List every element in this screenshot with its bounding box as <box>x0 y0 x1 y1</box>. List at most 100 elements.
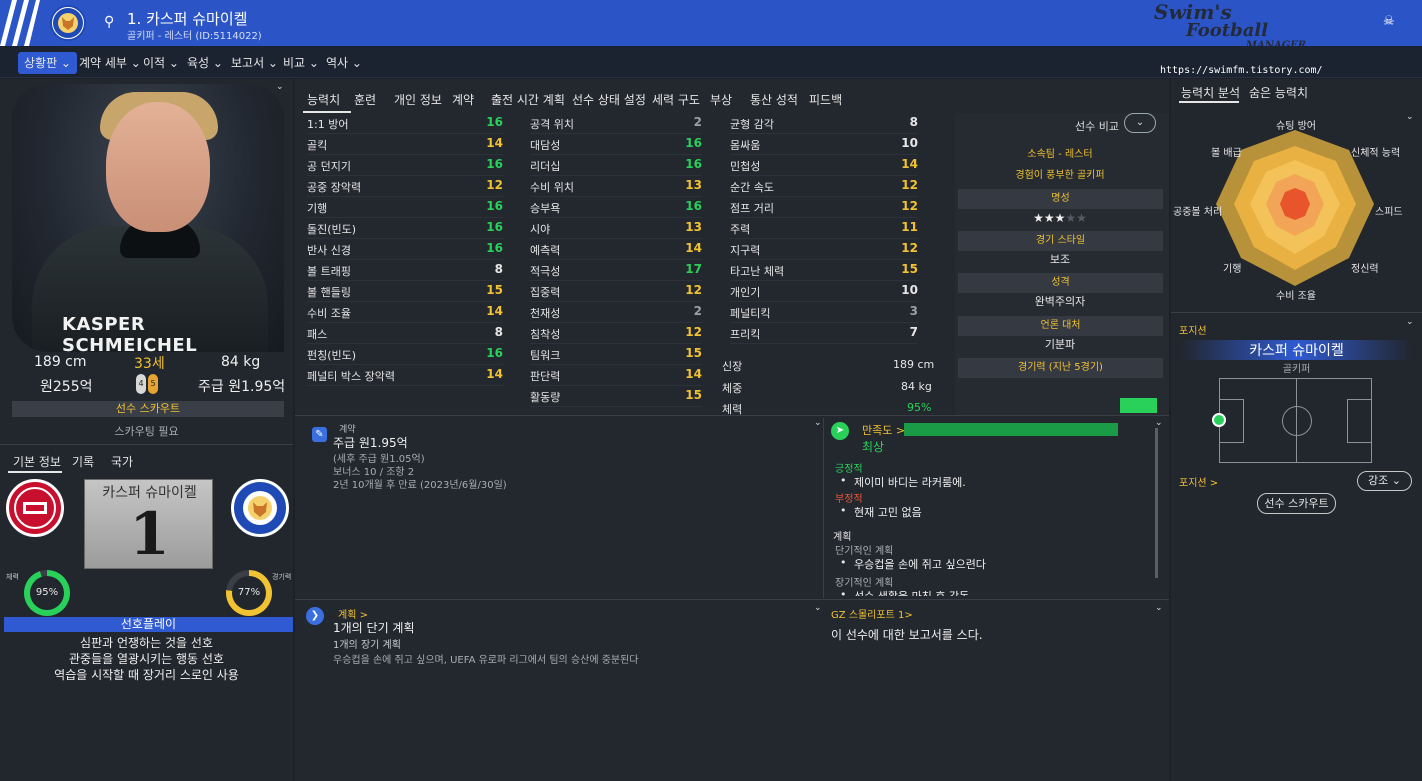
scout-bar[interactable]: 선수 스카우트 <box>12 401 284 417</box>
report-heading[interactable]: GZ 스몰리포트 1> <box>831 606 913 621</box>
attribute-row[interactable]: 예측력 14 <box>530 239 702 260</box>
attribute-row[interactable]: 집중력 12 <box>530 281 702 302</box>
tab-records[interactable]: 기록 <box>72 453 94 470</box>
attribute-row[interactable]: 활동량 15 <box>530 386 702 407</box>
nav-transfer[interactable]: 이적 ⌄ <box>137 52 185 74</box>
fitness-ring-value: 95% <box>30 576 64 610</box>
attribute-row[interactable]: 지구력 12 <box>730 239 918 260</box>
attribute-row[interactable]: 기행 16 <box>307 197 503 218</box>
search-icon[interactable]: ⚲ <box>104 14 114 30</box>
attribute-value: 16 <box>486 199 503 213</box>
attribute-value: 12 <box>486 178 503 192</box>
attribute-value: 14 <box>685 241 702 255</box>
reputation-head: 명성 <box>958 189 1163 209</box>
match-ring-label: 경기력 <box>272 573 292 581</box>
nav-overview[interactable]: 상황판 ⌄ <box>18 52 77 74</box>
attribute-row[interactable]: 승부욕 16 <box>530 197 702 218</box>
skull-icon[interactable]: ☠ <box>1383 14 1395 29</box>
attribute-row[interactable]: 공중 장악력 12 <box>307 176 503 197</box>
chevron-down-icon[interactable]: ⌄ <box>1155 418 1163 428</box>
attribute-row[interactable]: 프리킥 7 <box>730 323 918 344</box>
attribute-row[interactable]: 대담성 16 <box>530 134 702 155</box>
nav-reports[interactable]: 보고서 ⌄ <box>225 52 284 74</box>
attribute-value: 16 <box>486 115 503 129</box>
attribute-row[interactable]: 팀워크 15 <box>530 344 702 365</box>
attribute-row[interactable]: 시야 13 <box>530 218 702 239</box>
chevron-down-icon[interactable]: ⌄ <box>814 418 822 428</box>
attribute-row[interactable]: 민첩성 14 <box>730 155 918 176</box>
edit-contract-icon[interactable]: ✎ <box>312 427 327 442</box>
attribute-row[interactable]: 반사 신경 16 <box>307 239 503 260</box>
tab-personal[interactable]: 개인 정보 <box>394 91 442 108</box>
tab-attributes[interactable]: 능력치 <box>307 91 340 108</box>
attribute-row[interactable]: 적극성 17 <box>530 260 702 281</box>
tab-basic-info[interactable]: 기본 정보 <box>13 453 61 470</box>
nav-development[interactable]: 육성 ⌄ <box>181 52 229 74</box>
chevron-down-icon[interactable]: ⌄ <box>814 603 822 613</box>
attribute-row[interactable]: 침착성 12 <box>530 323 702 344</box>
attribute-row[interactable]: 수비 위치 13 <box>530 176 702 197</box>
attribute-row[interactable]: 천재성 2 <box>530 302 702 323</box>
attribute-value: 15 <box>685 388 702 402</box>
attribute-value: 14 <box>486 367 503 381</box>
tab-dynamics[interactable]: 세력 구도 <box>652 91 700 108</box>
attribute-label: 대담성 <box>530 139 561 152</box>
attribute-row[interactable]: 1:1 방어 16 <box>307 113 503 134</box>
nav-history[interactable]: 역사 ⌄ <box>320 52 368 74</box>
club-crest[interactable] <box>231 479 289 537</box>
attribute-row[interactable]: 수비 조율 14 <box>307 302 503 323</box>
chevron-down-icon[interactable]: ⌄ <box>1406 317 1414 327</box>
style-value: 보조 <box>1049 253 1071 266</box>
radar-label: 스피드 <box>1375 207 1403 218</box>
nav-contract[interactable]: 계약 세부 ⌄ <box>73 52 147 74</box>
attribute-row[interactable]: 페널티킥 3 <box>730 302 918 323</box>
chevron-down-icon[interactable]: ⌄ <box>1155 603 1163 613</box>
attribute-row[interactable]: 타고난 체력 15 <box>730 260 918 281</box>
contract-expiry: 2년 10개월 후 만료 (2023년/6월/30일) <box>333 480 507 491</box>
position-link[interactable]: 포지션 > <box>1179 474 1218 489</box>
attribute-row[interactable]: 점프 거리 12 <box>730 197 918 218</box>
tab-nation[interactable]: 국가 <box>111 453 133 470</box>
tab-status[interactable]: 선수 상태 설정 <box>572 91 646 108</box>
attribute-row[interactable]: 공격 위치 2 <box>530 113 702 134</box>
attribute-row[interactable]: 볼 트래핑 8 <box>307 260 503 281</box>
attribute-row[interactable]: 골킥 14 <box>307 134 503 155</box>
attribute-row[interactable]: 주력 11 <box>730 218 918 239</box>
attribute-row[interactable]: 판단력 14 <box>530 365 702 386</box>
attribute-row[interactable]: 리더십 16 <box>530 155 702 176</box>
strength-dropdown[interactable]: 강조 ⌄ <box>1357 471 1412 491</box>
attribute-row[interactable]: 개인기 10 <box>730 281 918 302</box>
preference-item: 역습을 시작할 때 장거리 스로인 사용 <box>54 668 239 682</box>
chevron-right-icon[interactable]: ❯ <box>306 607 324 625</box>
attribute-row[interactable]: 돌진(빈도) 16 <box>307 218 503 239</box>
attribute-row[interactable]: 페널티 박스 장악력 14 <box>307 365 503 386</box>
chevron-down-icon[interactable]: ⌄ <box>276 82 284 92</box>
attribute-row[interactable]: 순간 속도 12 <box>730 176 918 197</box>
attribute-value: 14 <box>486 304 503 318</box>
tab-playing-time[interactable]: 출전 시간 계획 <box>491 91 565 108</box>
attribute-row[interactable]: 균형 감각 8 <box>730 113 918 134</box>
attribute-tabs: 능력치 훈련 개인 정보 계약 출전 시간 계획 선수 상태 설정 세력 구도 … <box>295 82 1169 113</box>
satisfaction-heading[interactable]: 만족도 > <box>862 422 905 438</box>
tab-feedback[interactable]: 피드백 <box>809 91 842 108</box>
nation-badge[interactable] <box>6 479 64 537</box>
scrollbar[interactable] <box>1155 428 1158 578</box>
tab-hidden-attributes[interactable]: 숨은 능력치 <box>1249 84 1308 101</box>
nav-compare[interactable]: 비교 ⌄ <box>277 52 325 74</box>
tab-career-stats[interactable]: 통산 성적 <box>750 91 798 108</box>
club-badge[interactable] <box>50 5 86 41</box>
negative-item: 현재 고민 없음 <box>840 504 922 520</box>
height-label: 신장 <box>722 360 743 373</box>
attribute-row[interactable]: 볼 핸들링 15 <box>307 281 503 302</box>
scout-player-button[interactable]: 선수 스카우트 <box>1257 493 1336 514</box>
compare-dropdown[interactable]: ⌄ <box>1124 113 1156 133</box>
tab-training[interactable]: 훈련 <box>354 91 376 108</box>
tab-attribute-analysis[interactable]: 능력치 분석 <box>1181 84 1240 101</box>
attribute-row[interactable]: 몸싸움 10 <box>730 134 918 155</box>
attribute-row[interactable]: 펀칭(빈도) 16 <box>307 344 503 365</box>
attribute-row[interactable]: 공 던지기 16 <box>307 155 503 176</box>
chevron-down-icon[interactable]: ⌄ <box>1406 112 1414 122</box>
attribute-row[interactable]: 패스 8 <box>307 323 503 344</box>
tab-contract[interactable]: 계약 <box>452 91 474 108</box>
tab-injuries[interactable]: 부상 <box>710 91 732 108</box>
